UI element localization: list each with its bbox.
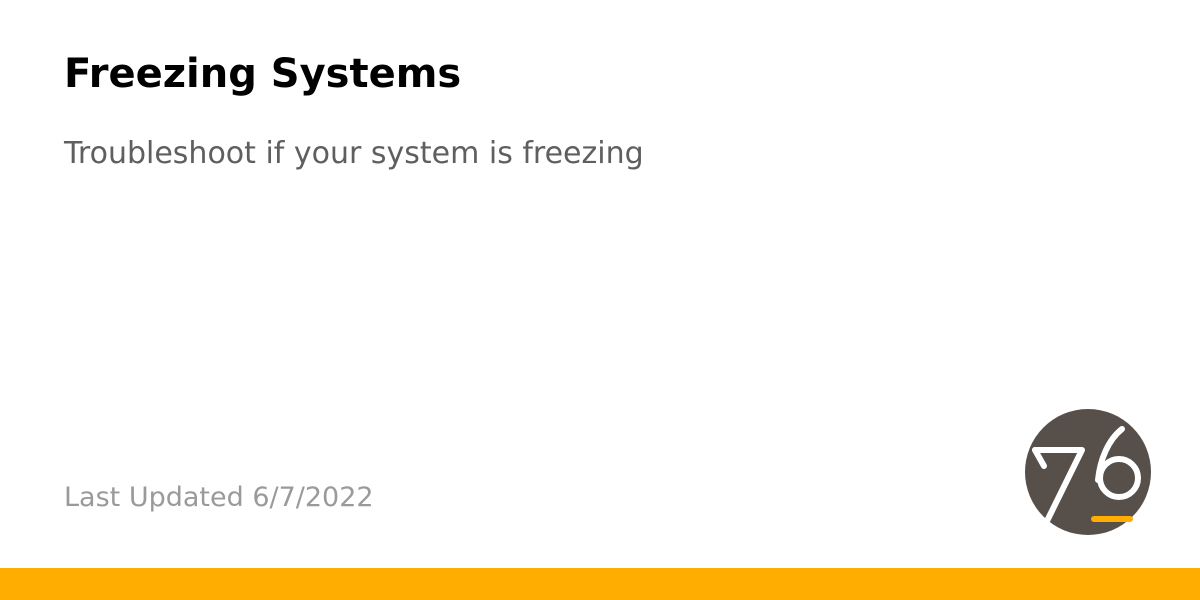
last-updated-text: Last Updated 6/7/2022: [64, 482, 374, 513]
footer-accent-bar: [0, 568, 1200, 600]
logo-circle: [1025, 409, 1151, 535]
page-subtitle: Troubleshoot if your system is freezing: [64, 136, 644, 171]
page-title: Freezing Systems: [64, 51, 462, 97]
system76-logo-icon: [1025, 409, 1151, 535]
